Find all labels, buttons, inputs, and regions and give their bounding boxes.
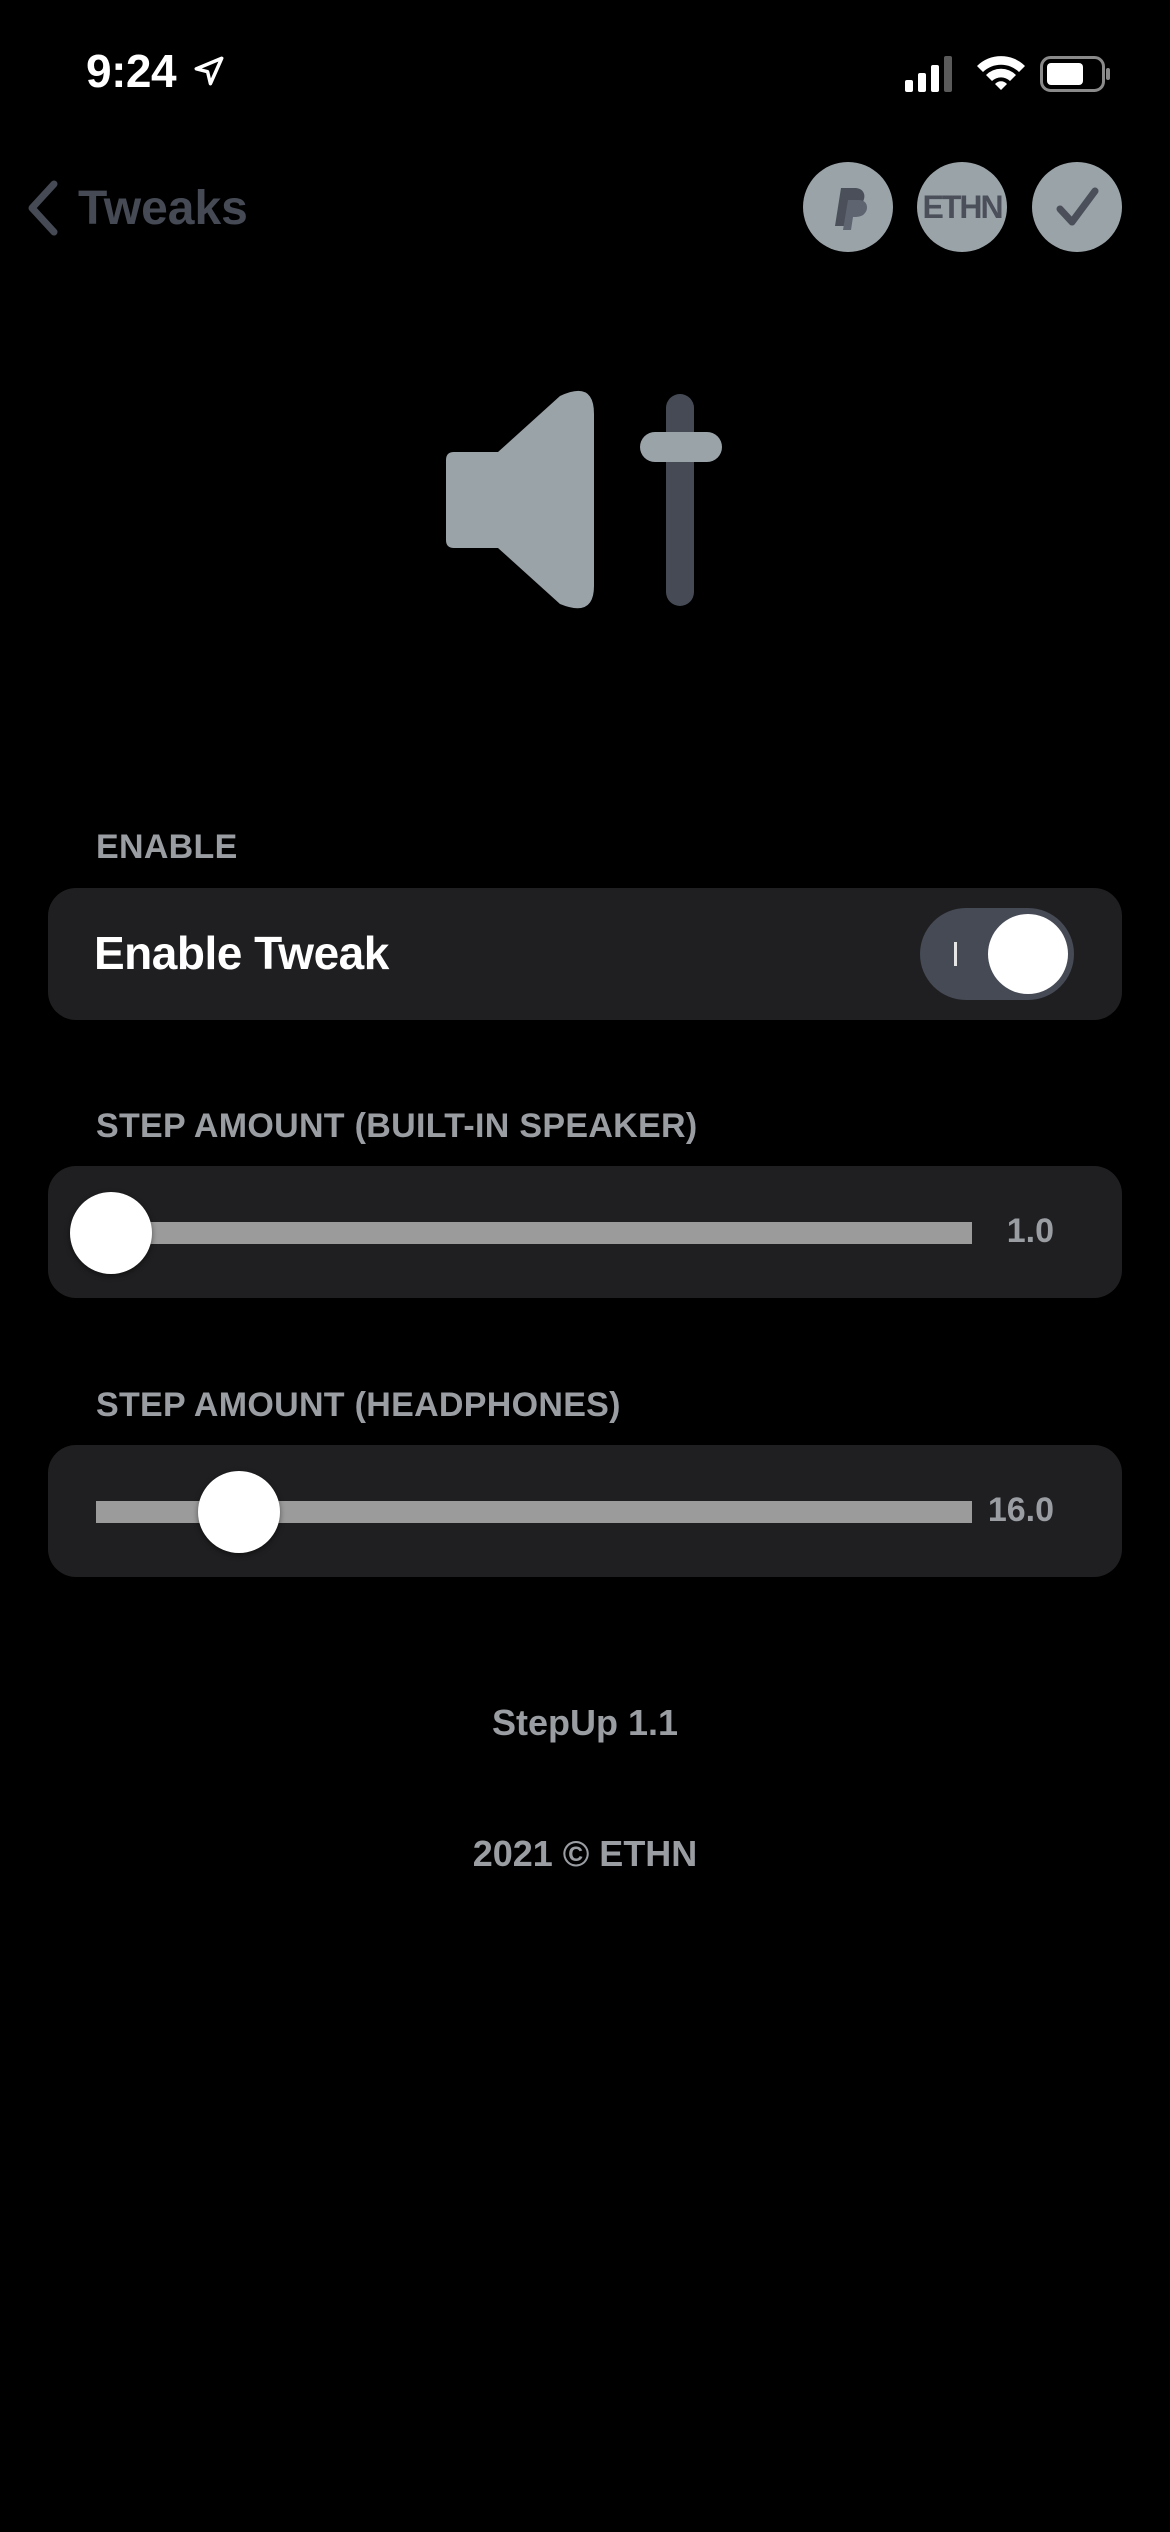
toggle-knob[interactable]	[988, 914, 1068, 994]
speaker-step-slider-thumb[interactable]	[70, 1192, 152, 1274]
status-time: 9:24	[86, 45, 177, 97]
back-label: Tweaks	[78, 181, 248, 235]
ethn-label: ETHN	[922, 188, 1003, 225]
checkmark-icon	[1056, 187, 1099, 226]
speaker-step-value: 1.0	[1006, 1212, 1054, 1250]
enable-tweak-label: Enable Tweak	[94, 927, 389, 979]
paypal-button[interactable]	[803, 162, 893, 252]
ethn-button[interactable]: ETHN	[917, 162, 1007, 252]
toggle-on-indicator	[954, 942, 957, 966]
headphones-slider-card: 16.0	[48, 1445, 1122, 1577]
chevron-left-icon	[28, 180, 58, 236]
speaker-section-header: STEP AMOUNT (BUILT-IN SPEAKER)	[96, 1107, 698, 1145]
apply-button[interactable]	[1032, 162, 1122, 252]
enable-tweak-toggle[interactable]	[920, 908, 1074, 1000]
speaker-volume-slider-icon	[446, 390, 722, 609]
version-label: StepUp 1.1	[491, 1702, 679, 1743]
back-button[interactable]: Tweaks	[22, 172, 248, 244]
headphones-step-slider-thumb[interactable]	[198, 1471, 280, 1553]
copyright-label: 2021 © ETHN	[472, 1833, 698, 1874]
wifi-icon	[977, 56, 1025, 90]
paypal-icon	[835, 188, 867, 230]
headphones-step-value: 16.0	[987, 1491, 1054, 1529]
location-arrow-icon	[194, 56, 224, 86]
enable-section-header: ENABLE	[96, 828, 238, 866]
battery-icon	[1040, 56, 1110, 92]
cellular-signal-icon	[905, 56, 952, 92]
speaker-step-slider-track[interactable]	[96, 1222, 972, 1244]
headphones-section-header: STEP AMOUNT (HEADPHONES)	[96, 1386, 621, 1424]
speaker-slider-card: 1.0	[48, 1166, 1122, 1298]
enable-card: Enable Tweak	[48, 888, 1122, 1020]
